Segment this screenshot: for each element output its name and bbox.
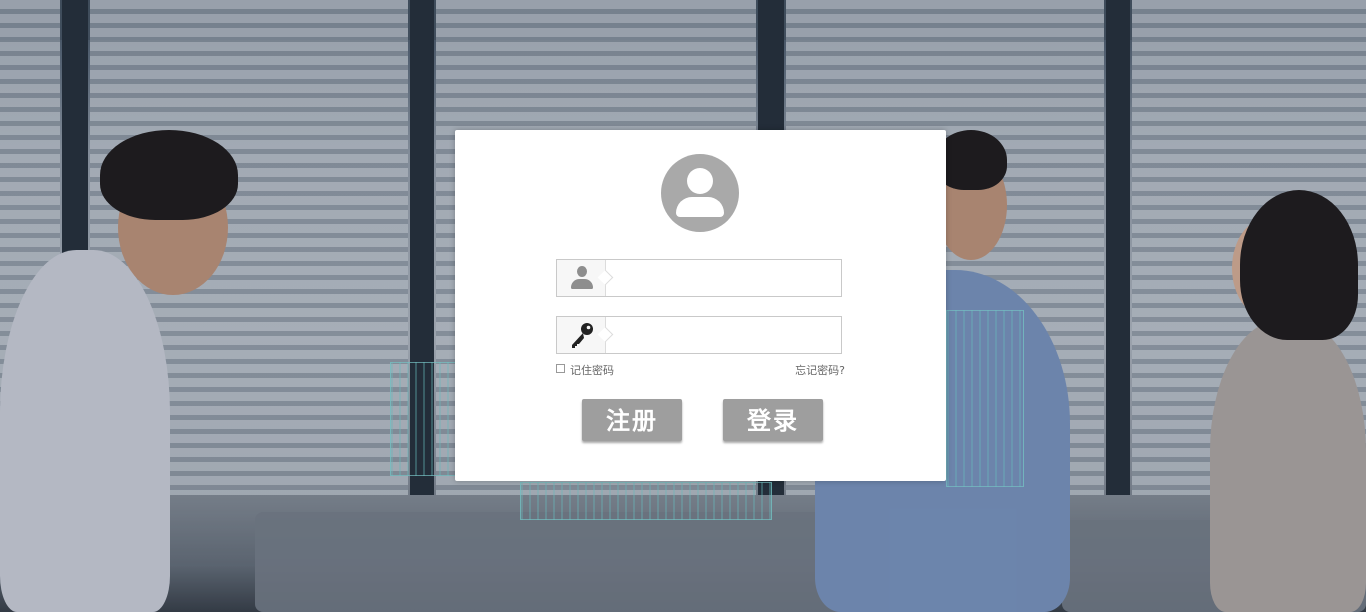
remember-password-checkbox[interactable]: 记住密码 [556, 364, 614, 378]
user-avatar-icon [661, 154, 739, 232]
checkbox-box[interactable] [556, 364, 565, 373]
password-icon-cell [557, 317, 606, 353]
username-input[interactable] [615, 264, 839, 294]
password-input[interactable] [615, 321, 839, 351]
avatar-head [687, 168, 713, 194]
login-card: 记住密码 忘记密码? 注册 登录 [455, 130, 946, 481]
forgot-password-link[interactable]: 忘记密码? [795, 364, 845, 378]
password-field [556, 316, 842, 354]
login-button[interactable]: 登录 [723, 399, 823, 441]
remember-password-label: 记住密码 [570, 364, 614, 377]
username-icon-cell [557, 260, 606, 296]
avatar-body [676, 197, 724, 217]
user-icon [571, 266, 593, 290]
username-field [556, 259, 842, 297]
key-icon [572, 323, 593, 348]
register-button[interactable]: 注册 [582, 399, 682, 441]
